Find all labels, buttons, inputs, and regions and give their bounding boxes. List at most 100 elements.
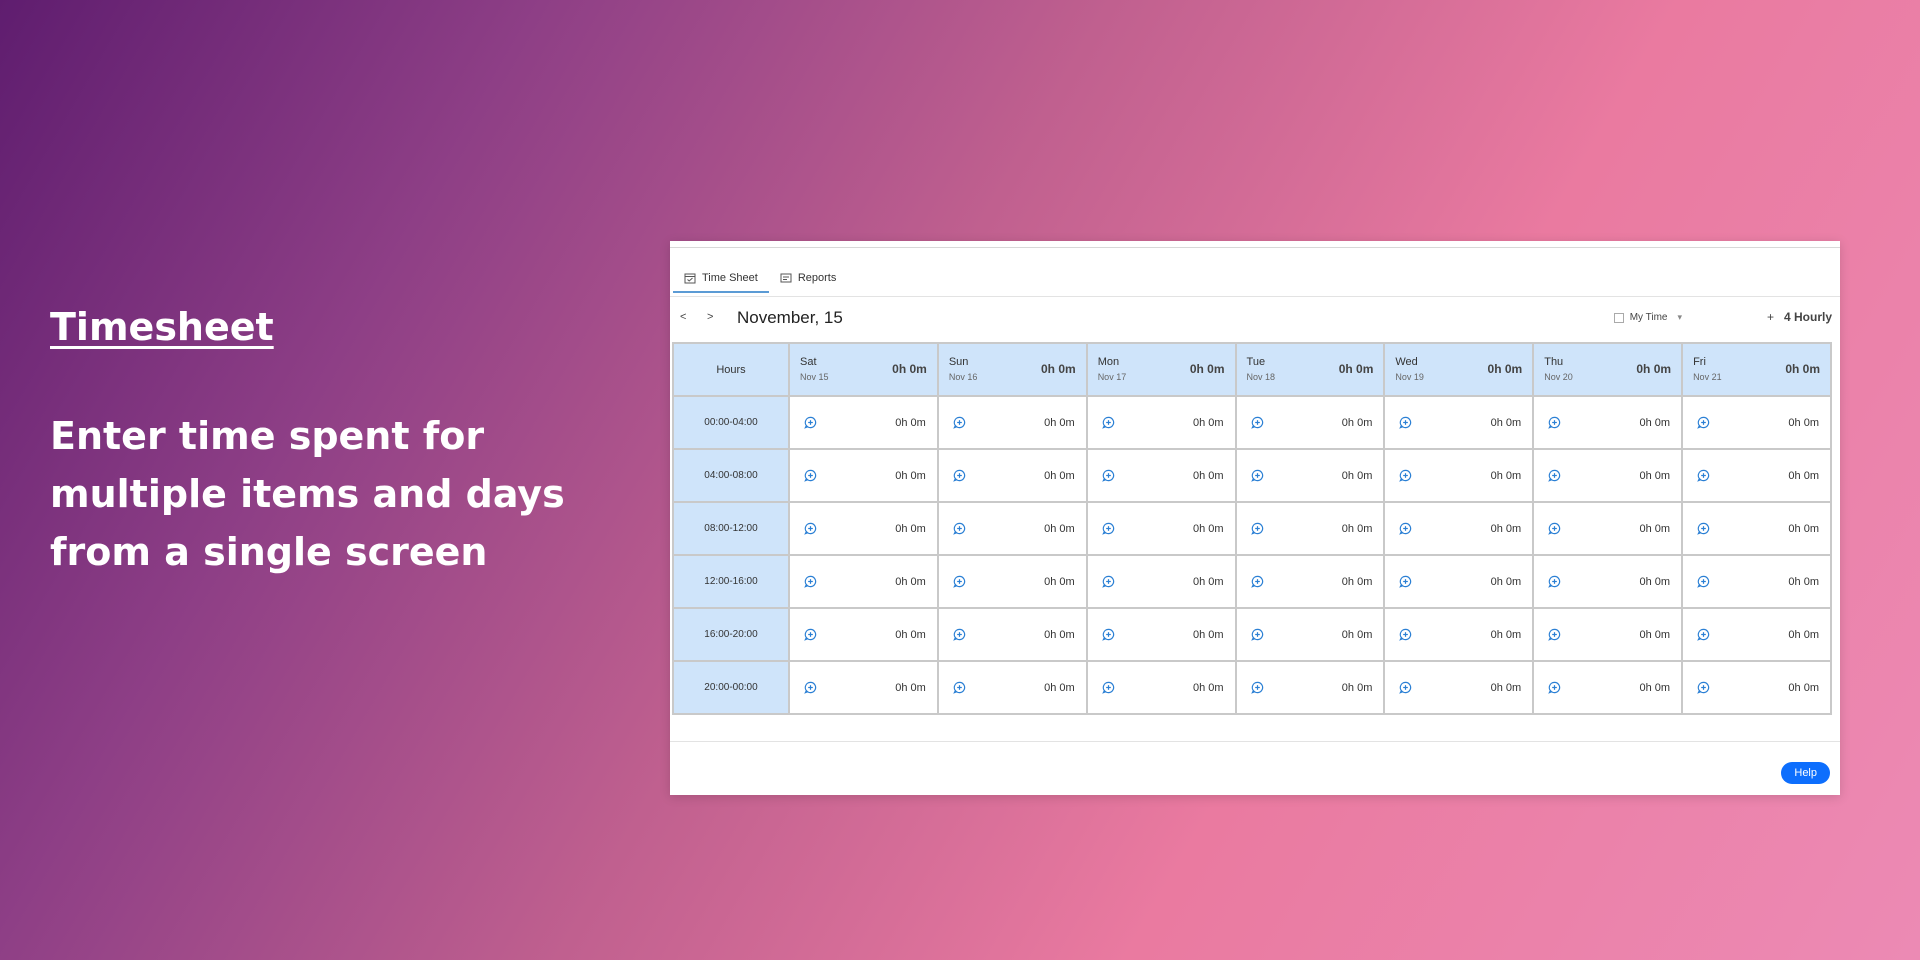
time-cell[interactable]: 0h 0m — [1383, 501, 1535, 556]
time-cell[interactable]: 0h 0m — [1681, 554, 1832, 609]
time-cell[interactable]: 0h 0m — [936, 395, 1088, 450]
add-comment-icon[interactable] — [1250, 522, 1264, 535]
time-cell[interactable]: 0h 0m — [1532, 660, 1684, 715]
time-cell[interactable]: 0h 0m — [1681, 448, 1832, 503]
time-cell[interactable]: 0h 0m — [1234, 660, 1386, 715]
add-comment-icon[interactable] — [1250, 681, 1264, 694]
cell-value: 0h 0m — [1788, 576, 1819, 588]
time-cell[interactable]: 0h 0m — [1234, 395, 1386, 450]
add-comment-icon[interactable] — [953, 469, 966, 482]
add-comment-icon[interactable] — [804, 681, 817, 694]
time-cell[interactable]: 0h 0m — [936, 448, 1088, 503]
time-cell[interactable]: 0h 0m — [1681, 607, 1832, 662]
chevron-down-icon[interactable]: ▾ — [1677, 312, 1682, 323]
time-cell[interactable]: 0h 0m — [1383, 607, 1535, 662]
add-comment-icon[interactable] — [1697, 681, 1710, 694]
time-cell[interactable]: 0h 0m — [788, 554, 939, 609]
time-cell[interactable]: 0h 0m — [1383, 554, 1535, 609]
time-cell[interactable]: 0h 0m — [936, 501, 1088, 556]
time-cell[interactable]: 0h 0m — [1234, 607, 1386, 662]
tab-reports[interactable]: Reports — [769, 265, 848, 291]
add-comment-icon[interactable] — [1548, 681, 1561, 694]
add-comment-icon[interactable] — [953, 416, 966, 429]
add-comment-icon[interactable] — [1697, 575, 1710, 588]
add-comment-icon[interactable] — [1399, 522, 1412, 535]
add-comment-icon[interactable] — [1250, 575, 1264, 588]
add-comment-icon[interactable] — [1250, 628, 1264, 641]
time-cell[interactable]: 0h 0m — [936, 607, 1088, 662]
time-cell[interactable]: 0h 0m — [788, 448, 939, 503]
add-comment-icon[interactable] — [1399, 416, 1412, 429]
add-comment-icon[interactable] — [1697, 416, 1710, 429]
my-time-checkbox[interactable] — [1613, 312, 1624, 323]
time-cell[interactable]: 0h 0m — [1383, 448, 1535, 503]
time-cell[interactable]: 0h 0m — [1085, 554, 1237, 609]
help-button[interactable]: Help — [1781, 762, 1830, 784]
toolbar: < > November, 15 My Time ▾ + 4 Hourly — [680, 307, 1832, 331]
add-comment-icon[interactable] — [1101, 681, 1115, 694]
time-cell[interactable]: 0h 0m — [936, 660, 1088, 715]
prev-week-button[interactable]: < — [680, 311, 686, 323]
add-comment-icon[interactable] — [804, 628, 817, 641]
cell-value: 0h 0m — [1044, 417, 1075, 429]
add-comment-icon[interactable] — [953, 522, 966, 535]
cell-value: 0h 0m — [1639, 470, 1671, 482]
time-cell[interactable]: 0h 0m — [936, 554, 1088, 609]
time-cell[interactable]: 0h 0m — [1532, 395, 1684, 450]
time-cell[interactable]: 0h 0m — [1085, 448, 1237, 503]
time-cell[interactable]: 0h 0m — [1085, 660, 1237, 715]
time-cell[interactable]: 0h 0m — [1085, 395, 1237, 450]
add-comment-icon[interactable] — [1399, 575, 1412, 588]
add-comment-icon[interactable] — [1250, 416, 1264, 429]
time-cell[interactable]: 0h 0m — [788, 501, 939, 556]
add-comment-icon[interactable] — [1697, 522, 1710, 535]
time-cell[interactable]: 0h 0m — [788, 607, 939, 662]
time-cell[interactable]: 0h 0m — [788, 395, 939, 450]
add-comment-icon[interactable] — [953, 628, 966, 641]
time-cell[interactable]: 0h 0m — [1234, 501, 1386, 556]
add-comment-icon[interactable] — [1697, 469, 1710, 482]
add-comment-icon[interactable] — [1399, 628, 1412, 641]
add-comment-icon[interactable] — [1101, 469, 1115, 482]
my-time-toggle[interactable]: My Time ▾ — [1613, 312, 1682, 323]
add-comment-icon[interactable] — [953, 681, 966, 694]
time-cell[interactable]: 0h 0m — [1532, 554, 1684, 609]
time-cell[interactable]: 0h 0m — [1085, 501, 1237, 556]
time-cell[interactable]: 0h 0m — [1085, 607, 1237, 662]
time-cell[interactable]: 0h 0m — [1383, 660, 1535, 715]
add-comment-icon[interactable] — [1101, 416, 1115, 429]
time-cell[interactable]: 0h 0m — [1681, 395, 1832, 450]
time-cell[interactable]: 0h 0m — [788, 660, 939, 715]
add-comment-icon[interactable] — [1250, 469, 1264, 482]
time-cell[interactable]: 0h 0m — [1234, 448, 1386, 503]
time-cell[interactable]: 0h 0m — [1234, 554, 1386, 609]
add-comment-icon[interactable] — [804, 575, 817, 588]
tab-time-sheet[interactable]: Time Sheet — [673, 265, 769, 293]
add-comment-icon[interactable] — [1548, 416, 1561, 429]
time-cell[interactable]: 0h 0m — [1532, 607, 1684, 662]
add-comment-icon[interactable] — [804, 416, 817, 429]
day-header-0: Sat Nov 15 0h 0m — [788, 342, 939, 397]
time-cell[interactable]: 0h 0m — [1532, 501, 1684, 556]
add-comment-icon[interactable] — [1101, 575, 1115, 588]
add-comment-icon[interactable] — [1101, 628, 1115, 641]
add-comment-icon[interactable] — [1101, 522, 1115, 535]
time-cell[interactable]: 0h 0m — [1681, 660, 1832, 715]
cell-value: 0h 0m — [1639, 523, 1671, 535]
add-comment-icon[interactable] — [1399, 681, 1412, 694]
add-comment-icon[interactable] — [953, 575, 966, 588]
add-comment-icon[interactable] — [1548, 575, 1561, 588]
add-comment-icon[interactable] — [1399, 469, 1412, 482]
add-comment-icon[interactable] — [804, 469, 817, 482]
add-comment-icon[interactable] — [1548, 628, 1561, 641]
next-week-button[interactable]: > — [707, 311, 713, 323]
add-comment-icon[interactable] — [804, 522, 817, 535]
hourly-selector[interactable]: + 4 Hourly — [1767, 310, 1832, 324]
time-cell[interactable]: 0h 0m — [1532, 448, 1684, 503]
add-comment-icon[interactable] — [1548, 469, 1561, 482]
time-cell[interactable]: 0h 0m — [1383, 395, 1535, 450]
plus-icon[interactable]: + — [1767, 310, 1774, 324]
add-comment-icon[interactable] — [1697, 628, 1710, 641]
add-comment-icon[interactable] — [1548, 522, 1561, 535]
time-cell[interactable]: 0h 0m — [1681, 501, 1832, 556]
